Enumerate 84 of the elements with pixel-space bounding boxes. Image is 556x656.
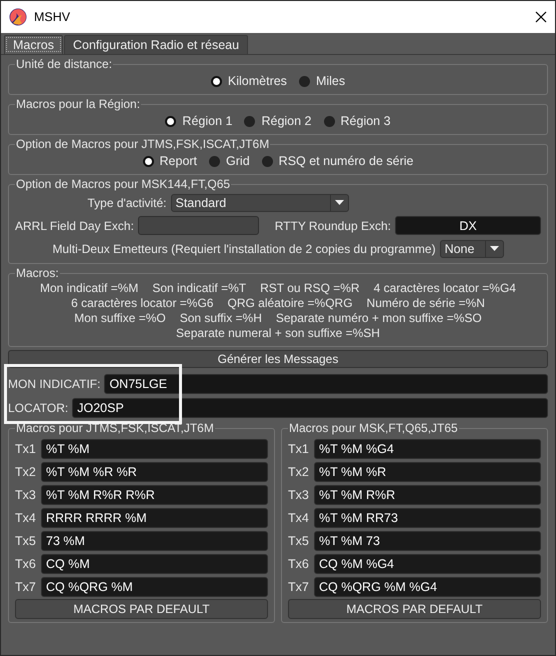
radio-option[interactable]: Grid [209, 154, 250, 168]
field-label: Type d'activité: [88, 196, 166, 210]
macro-field[interactable]: %T %M %G4 [314, 438, 541, 458]
radio-button[interactable] [209, 156, 220, 166]
macro-label: Tx1 [288, 442, 310, 456]
dropdown-caret-icon [490, 246, 499, 251]
window-title: MSHV [34, 10, 70, 24]
macro-field[interactable]: %T %M R%R [314, 484, 541, 504]
field-label: LOCATOR: [8, 401, 68, 415]
macro-field[interactable]: %T %M R%R R%R [41, 484, 268, 504]
macro-label: Tx6 [15, 556, 37, 570]
macro-legend-text: Numéro de série =%N [366, 296, 485, 311]
generate-button[interactable]: Générer les Messages [8, 350, 548, 368]
macro-label: Tx5 [15, 534, 37, 548]
tab[interactable]: Configuration Radio et réseau [64, 35, 248, 54]
default-macros-button[interactable]: MACROS PAR DEFAULT [288, 599, 541, 619]
macro-legend-text: QRG aléatoire =%QRG [227, 296, 353, 311]
macro-label: Tx2 [288, 464, 310, 478]
macro-field[interactable]: %T %M %R [314, 462, 541, 482]
macro-legend-text: Separate numéro + mon suffixe =%SO [276, 311, 482, 326]
macro-label: Tx2 [15, 464, 37, 478]
macro-legend-text: Mon suffixe =%O [74, 311, 166, 326]
macro-label: Tx4 [15, 510, 37, 524]
macro-legend-text: Mon indicatif =%M [40, 281, 138, 296]
radio-option[interactable]: Région 3 [324, 114, 391, 128]
macro-field[interactable]: CQ %M %G4 [314, 554, 541, 574]
field-label: MON INDICATIF: [8, 377, 100, 391]
default-macros-button[interactable]: MACROS PAR DEFAULT [15, 599, 268, 619]
locator-field[interactable]: JO20SP [72, 398, 548, 418]
radio-button[interactable] [324, 116, 335, 126]
radio-button[interactable] [142, 156, 154, 166]
radio-button[interactable] [210, 76, 222, 86]
macro-label: Tx1 [15, 442, 37, 456]
group-title: Option de Macros pour JTMS,FSK,ISCAT,JT6M [15, 138, 270, 151]
input-field[interactable] [138, 216, 259, 235]
radio-option[interactable]: Région 1 [165, 114, 232, 128]
macro-field[interactable]: RRRR RRRR %M [41, 508, 268, 528]
macro-label: Tx3 [288, 488, 310, 502]
app-logo-icon [9, 8, 27, 26]
macro-field[interactable]: %T %M %R %R [41, 462, 268, 482]
macro-field[interactable]: CQ %M [41, 554, 268, 574]
radio-button[interactable] [298, 76, 310, 86]
field-label: RTTY Roundup Exch: [274, 218, 391, 232]
activity-type-dropdown[interactable]: Standard [170, 194, 348, 212]
macro-label: Tx7 [15, 580, 37, 594]
macro-field[interactable]: %T %M 73 [314, 530, 541, 550]
macro-field[interactable]: CQ %QRG %M %G4 [314, 576, 541, 596]
radio-option[interactable]: Miles [298, 74, 346, 88]
group-title: Macros: [15, 267, 60, 280]
macro-legend-text: Son suffix =%H [180, 311, 262, 326]
field-label: ARRL Field Day Exch: [15, 218, 134, 232]
close-icon[interactable] [535, 11, 547, 23]
transmitter-dropdown[interactable]: None [440, 240, 504, 258]
macro-legend-text: Son indicatif =%T [152, 281, 246, 296]
macro-legend-text: RST ou RSQ =%R [260, 281, 360, 296]
macro-legend-text: 6 caractères locator =%G6 [71, 296, 214, 311]
macro-label: Tx6 [288, 556, 310, 570]
group-title: Macros pour MSK,FT,Q65,JT65 [288, 422, 459, 435]
macro-legend-text: 4 caractères locator =%G4 [374, 281, 516, 296]
radio-button[interactable] [262, 156, 273, 166]
group-title: Macros pour la Région: [15, 98, 142, 111]
radio-button[interactable] [165, 116, 176, 126]
group-title: Macros pour JTMS,FSK,ISCAT,JT6M [15, 422, 215, 435]
macro-label: Tx3 [15, 488, 37, 502]
radio-option[interactable]: Report [142, 154, 198, 168]
group-title: Option de Macros pour MSK144,FT,Q65 [15, 178, 232, 191]
macro-label: Tx5 [288, 534, 310, 548]
radio-option[interactable]: Région 2 [244, 114, 312, 128]
macro-legend-text: Separate numeral + son suffixe =%SH [176, 326, 380, 341]
macro-field[interactable]: CQ %QRG %M [41, 576, 268, 596]
radio-option[interactable]: RSQ et numéro de série [262, 154, 414, 168]
radio-option[interactable]: Kilomètres [210, 74, 287, 88]
radio-button[interactable] [244, 116, 256, 126]
dropdown-caret-icon [334, 200, 344, 205]
field-label: Multi-Deux Emetteurs (Requiert l'installation de 2 copies du programme) [52, 242, 436, 256]
call-sign-field[interactable]: ON75LGE [104, 374, 548, 394]
macro-field[interactable]: %T %M RR73 [314, 508, 541, 528]
macro-field[interactable]: %T %M [41, 438, 268, 458]
tab[interactable]: Macros [4, 35, 63, 54]
input-field[interactable]: DX [395, 216, 541, 235]
macro-label: Tx7 [288, 580, 310, 594]
macro-field[interactable]: 73 %M [41, 530, 268, 550]
macro-label: Tx4 [288, 510, 310, 524]
group-title: Unité de distance: [15, 58, 114, 71]
